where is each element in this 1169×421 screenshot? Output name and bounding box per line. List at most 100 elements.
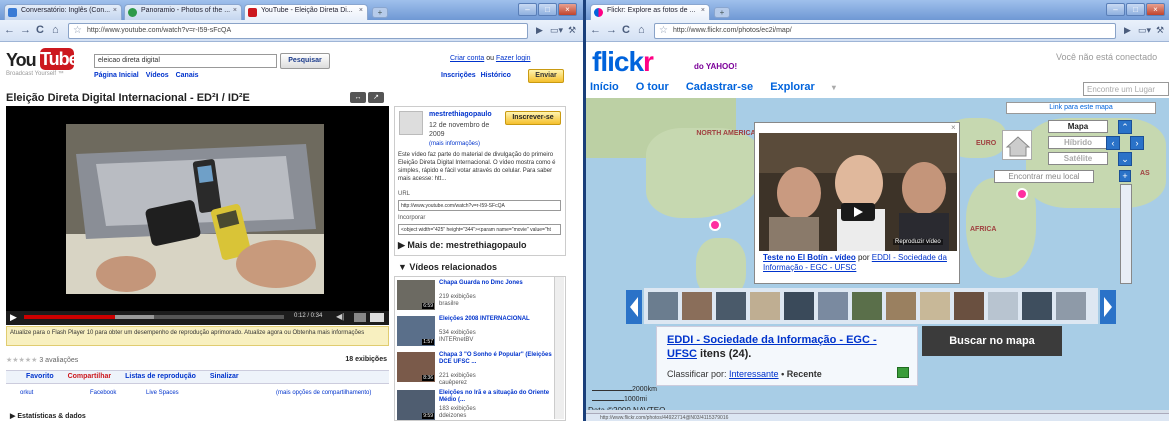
map-type-satellite[interactable]: Satélite xyxy=(1048,152,1108,165)
channel-link[interactable]: mestrethiagopaulo xyxy=(429,111,492,118)
search-button[interactable]: Pesquisar xyxy=(280,53,330,69)
new-tab-button[interactable]: + xyxy=(372,7,388,18)
list-item[interactable]: 1:57 Eleições 2008 INTERNACIONAL 534 exi… xyxy=(397,316,557,350)
fullscreen-icon[interactable] xyxy=(370,313,384,322)
pan-up-button[interactable]: ⌃ xyxy=(1118,120,1132,134)
list-item[interactable]: 9:59 Eleições no Irã e a situação do Ori… xyxy=(397,390,557,420)
search-input[interactable]: eleicao direta digital xyxy=(94,54,277,68)
video-thumbnail[interactable]: Reproduzir vídeo xyxy=(759,133,957,251)
back-icon[interactable]: ← xyxy=(4,24,15,37)
strip-prev-button[interactable] xyxy=(626,290,642,324)
photo-thumbnail[interactable] xyxy=(1056,292,1086,320)
maximize-button[interactable]: □ xyxy=(1126,3,1145,16)
upload-button[interactable]: Enviar xyxy=(528,69,564,83)
bookmark-star-icon[interactable]: ☆ xyxy=(73,25,82,36)
embed-field[interactable]: <object width="425" height="344"><param … xyxy=(398,224,561,235)
related-videos-toggle[interactable]: ▼ Vídeos relacionados xyxy=(398,262,497,272)
nav-tour[interactable]: O tour xyxy=(636,81,669,93)
close-icon[interactable]: × xyxy=(951,123,956,132)
flickr-logo[interactable]: flickr xyxy=(592,46,654,78)
minimize-button[interactable]: – xyxy=(518,3,537,16)
pan-right-button[interactable]: › xyxy=(1130,136,1144,150)
tab-youtube[interactable]: YouTube - Eleição Direta Di... × xyxy=(244,4,368,20)
close-tab-icon[interactable]: × xyxy=(359,7,363,14)
photo-thumbnail[interactable] xyxy=(988,292,1018,320)
page-menu-icon[interactable]: ▶ xyxy=(536,24,543,37)
progress-bar[interactable] xyxy=(24,315,284,319)
bookmark-star-icon[interactable]: ☆ xyxy=(659,25,668,36)
reload-icon[interactable]: C xyxy=(36,24,44,37)
playlists-button[interactable]: Listas de reprodução xyxy=(125,373,196,380)
play-icon[interactable]: ▶ xyxy=(10,312,17,323)
more-share-options[interactable]: (mais opções de compartilhamento) xyxy=(276,390,371,396)
reload-icon[interactable]: C xyxy=(622,24,630,37)
related-scrollbar[interactable] xyxy=(554,277,564,419)
more-info-link[interactable]: (mais informações) xyxy=(429,141,480,147)
page-dropdown-icon[interactable]: ▭▾ xyxy=(1138,24,1151,37)
photo-thumbnail[interactable] xyxy=(818,292,848,320)
login-link[interactable]: Fazer login xyxy=(496,55,531,62)
link-to-map-button[interactable]: Link para este mapa xyxy=(1006,102,1156,114)
pan-left-button[interactable]: ‹ xyxy=(1106,136,1120,150)
photo-thumbnail[interactable] xyxy=(716,292,746,320)
tab-conversatorio[interactable]: Conversatório: Inglês (Con... × xyxy=(4,4,122,20)
photo-thumbnail[interactable] xyxy=(682,292,712,320)
sort-interesting-link[interactable]: Interessante xyxy=(729,369,779,379)
nav-home[interactable]: Início xyxy=(590,81,619,93)
page-menu-icon[interactable]: ▶ xyxy=(1124,24,1131,37)
photo-thumbnail[interactable] xyxy=(920,292,950,320)
close-tab-icon[interactable]: × xyxy=(113,7,117,14)
forward-icon[interactable]: → xyxy=(606,24,617,37)
strip-next-button[interactable] xyxy=(1100,290,1116,324)
wrench-icon[interactable]: ⚒ xyxy=(568,24,576,37)
maximize-button[interactable]: □ xyxy=(538,3,557,16)
address-bar[interactable]: ☆ http://www.youtube.com/watch?v=r-I59-s… xyxy=(68,23,528,39)
rating-stars-icon[interactable]: ★★★★★ xyxy=(6,357,37,364)
create-account-link[interactable]: Criar conta xyxy=(450,55,484,62)
history-link[interactable]: Histórico xyxy=(481,72,511,79)
close-window-button[interactable]: × xyxy=(1146,3,1165,16)
photo-thumbnail[interactable] xyxy=(648,292,678,320)
share-facebook[interactable]: Facebook xyxy=(90,390,116,396)
share-orkut[interactable]: orkut xyxy=(20,390,33,396)
video-thumbnail[interactable]: 6:59 xyxy=(397,280,435,310)
set-title-link[interactable]: EDDI - Sociedade da Informação - EGC - U… xyxy=(667,334,877,360)
favorite-button[interactable]: Favorito xyxy=(26,373,54,380)
photo-title-link[interactable]: Teste no El Botín - vídeo xyxy=(763,253,856,262)
home-icon[interactable]: ⌂ xyxy=(52,24,59,37)
close-tab-icon[interactable]: × xyxy=(701,7,705,14)
share-button[interactable]: Compartilhar xyxy=(68,373,112,380)
nav-channels[interactable]: Canais xyxy=(176,72,199,79)
avatar[interactable] xyxy=(399,111,423,135)
photo-thumbnail[interactable] xyxy=(750,292,780,320)
list-item[interactable]: 8:36 Chapa 3 "O Sonho é Popular" (Eleiçõ… xyxy=(397,352,557,386)
nav-explore[interactable]: Explorar ▾ xyxy=(770,81,850,93)
nav-home[interactable]: Página Inicial xyxy=(94,72,139,79)
url-field[interactable]: http://www.youtube.com/watch?v=r-I59-SFc… xyxy=(398,200,561,211)
tab-panoramio[interactable]: Panoramio - Photos of the ... × xyxy=(124,4,242,20)
nav-signup[interactable]: Cadastrar-se xyxy=(686,81,753,93)
list-item[interactable]: 6:59 Chapa Guarda no Dmc Jones 219 exibi… xyxy=(397,280,557,314)
photo-thumbnail[interactable] xyxy=(852,292,882,320)
photo-thumbnail[interactable] xyxy=(1022,292,1052,320)
forward-icon[interactable]: → xyxy=(20,24,31,37)
share-livespaces[interactable]: Live Spaces xyxy=(146,390,179,396)
size-toggle-icon[interactable] xyxy=(354,313,366,322)
close-tab-icon[interactable]: × xyxy=(233,7,237,14)
video-player[interactable] xyxy=(6,106,389,324)
more-from-toggle[interactable]: ▶ Mais de: mestrethiagopaulo xyxy=(398,240,526,251)
youtube-logo[interactable]: You Tube xyxy=(6,48,79,70)
wrench-icon[interactable]: ⚒ xyxy=(1156,24,1164,37)
map-type-map[interactable]: Mapa xyxy=(1048,120,1108,133)
find-location-input[interactable]: Encontre um Lugar xyxy=(1083,82,1169,96)
play-video-button[interactable] xyxy=(841,203,875,221)
map-marker[interactable] xyxy=(709,219,721,231)
search-map-button[interactable]: Buscar no mapa xyxy=(922,326,1062,356)
find-my-location-button[interactable]: Encontrar meu local xyxy=(994,170,1094,183)
shrink-player-icon[interactable]: ↔ xyxy=(350,92,366,103)
subscriptions-link[interactable]: Inscrições xyxy=(441,72,476,79)
new-tab-button[interactable]: + xyxy=(714,7,730,18)
address-bar[interactable]: ☆ http://www.flickr.com/photos/ec2i/map/ xyxy=(654,23,1116,39)
flag-button[interactable]: Sinalizar xyxy=(210,373,239,380)
pan-down-button[interactable]: ⌄ xyxy=(1118,152,1132,166)
